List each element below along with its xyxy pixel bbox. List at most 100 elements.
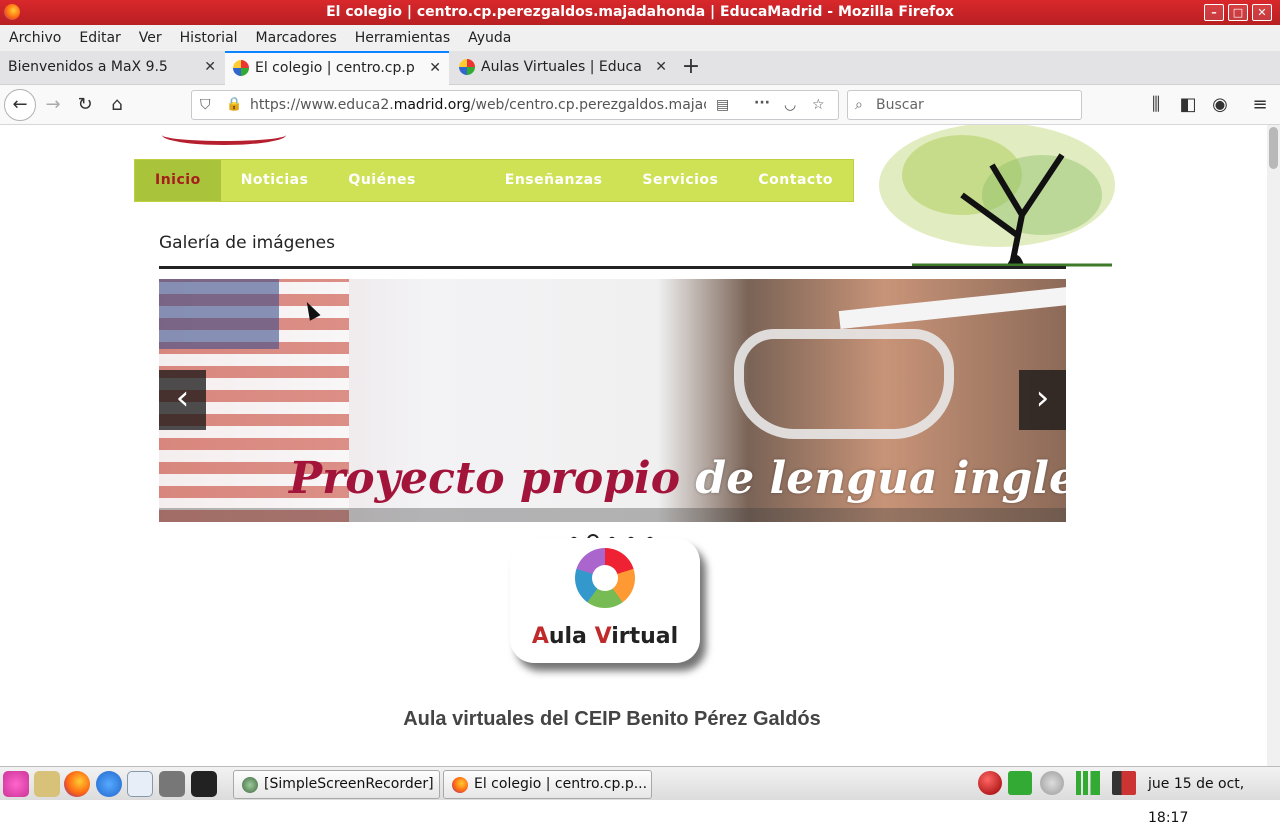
aula-label-d: irtual	[611, 624, 679, 649]
menu-bar: Archivo Editar Ver Historial Marcadores …	[0, 25, 1280, 51]
tab-label: Bienvenidos a MaX 9.5	[8, 59, 168, 75]
caption-band	[159, 508, 1066, 522]
scrollbar-thumb[interactable]	[1269, 127, 1278, 169]
editor-icon[interactable]	[34, 771, 60, 797]
clipboard-icon[interactable]	[1008, 771, 1032, 795]
aula-label-a: A	[531, 624, 549, 649]
carousel-next-button[interactable]: ›	[1019, 370, 1066, 430]
window-titlebar: El colegio | centro.cp.perezgaldos.majad…	[0, 0, 1280, 25]
reload-button[interactable]: ↻	[73, 93, 97, 117]
pocket-icon[interactable]: ◡	[784, 91, 796, 119]
chromium-launcher-icon[interactable]	[96, 771, 122, 797]
firefox-icon	[4, 4, 20, 20]
minimize-button[interactable]: –	[1204, 4, 1224, 21]
goggles-graphic	[734, 329, 954, 439]
back-button[interactable]: ←	[4, 89, 36, 121]
forward-button[interactable]: →	[41, 93, 65, 117]
maximize-button[interactable]: □	[1228, 4, 1248, 21]
close-tab-icon[interactable]: ✕	[655, 51, 667, 84]
slide-caption-part-1: Proyecto propio	[289, 453, 681, 504]
tab-max[interactable]: Bienvenidos a MaX 9.5 ✕	[0, 51, 224, 85]
taskbar: [SimpleScreenRecorder] El colegio | cent…	[0, 766, 1280, 826]
url-bar[interactable]: ⛉ 🔒 https://www.educa2.madrid.org/web/ce…	[191, 90, 839, 120]
aula-virtual-logo-icon	[575, 548, 635, 608]
goggle-strap-graphic	[838, 287, 1066, 329]
menu-ayuda[interactable]: Ayuda	[468, 30, 511, 46]
close-tab-icon[interactable]: ✕	[429, 53, 441, 83]
nav-contacto[interactable]: Contacto	[738, 160, 853, 201]
volume-icon[interactable]	[1112, 771, 1136, 795]
menu-archivo[interactable]: Archivo	[9, 30, 61, 46]
school-logo[interactable]	[162, 125, 286, 145]
slide-caption-part-2: de lengua inglesa	[695, 453, 1066, 504]
menu-ver[interactable]: Ver	[139, 30, 162, 46]
gallery-divider	[159, 266, 1066, 269]
url-path: /web/centro.cp.perezgaldos.majadahonda	[470, 97, 706, 113]
menu-marcadores[interactable]: Marcadores	[256, 30, 337, 46]
aula-label-c: V	[594, 624, 612, 649]
reader-view-icon[interactable]: ▤	[716, 91, 729, 119]
nav-quienes-somos[interactable]: Quiénes somos	[328, 160, 484, 229]
task-firefox[interactable]: El colegio | centro.cp.p...	[443, 770, 652, 799]
new-tab-button[interactable]: +	[680, 51, 702, 85]
library-icon[interactable]: ⫼	[1144, 93, 1168, 117]
aula-virtual-label: Aula Virtual	[510, 624, 700, 649]
task-label: El colegio | centro.cp.p...	[474, 776, 648, 792]
url-prefix: https://www.educa2.	[250, 97, 394, 113]
tab-label: Aulas Virtuales | EducaMadrid	[481, 59, 643, 75]
terminal-launcher-icon[interactable]	[191, 771, 217, 797]
url-text[interactable]: https://www.educa2.madrid.org/web/centro…	[250, 91, 706, 119]
taskbar-clock[interactable]: jue 15 de oct, 18:17	[1148, 767, 1280, 826]
document-launcher-icon[interactable]	[127, 771, 153, 797]
app-menu-icon[interactable]	[3, 771, 29, 797]
chevron-right-icon: ›	[1035, 378, 1050, 418]
menu-herramientas[interactable]: Herramientas	[355, 30, 450, 46]
firefox-launcher-icon[interactable]	[64, 771, 90, 797]
nav-ensenanzas[interactable]: Enseñanzas	[485, 160, 623, 201]
search-placeholder: Buscar	[876, 97, 924, 113]
educamadrid-favicon-icon	[233, 60, 249, 76]
close-tab-icon[interactable]: ✕	[204, 51, 216, 84]
task-simplescreenrecorder[interactable]: [SimpleScreenRecorder]	[233, 770, 440, 799]
home-button[interactable]: ⌂	[105, 93, 129, 117]
nav-noticias[interactable]: Noticias	[221, 160, 329, 201]
sidebar-icon[interactable]: ◧	[1176, 93, 1200, 117]
camera-launcher-icon[interactable]	[159, 771, 185, 797]
menu-historial[interactable]: Historial	[180, 30, 238, 46]
nav-servicios[interactable]: Servicios	[622, 160, 738, 201]
task-label: [SimpleScreenRecorder]	[264, 776, 434, 792]
tab-el-colegio[interactable]: El colegio | centro.cp.perezgaldos ✕	[225, 51, 449, 85]
tab-label: El colegio | centro.cp.perezgaldos	[255, 60, 415, 76]
tab-bar: Bienvenidos a MaX 9.5 ✕ El colegio | cen…	[0, 51, 1280, 85]
nav-inicio[interactable]: Inicio	[135, 160, 221, 201]
tab-aulas-virtuales[interactable]: Aulas Virtuales | EducaMadrid ✕	[451, 51, 675, 85]
bookmark-star-icon[interactable]: ☆	[812, 91, 825, 119]
url-domain: madrid.org	[393, 97, 471, 113]
close-window-button[interactable]: ✕	[1252, 4, 1272, 21]
navigation-toolbar: ← → ↻ ⌂ ⛉ 🔒 https://www.educa2.madrid.or…	[0, 85, 1280, 125]
slide-caption: Proyecto propio de lengua inglesa	[289, 453, 1066, 504]
page-scrollbar[interactable]	[1267, 125, 1280, 766]
flag-stars-graphic	[159, 279, 279, 349]
weather-icon[interactable]	[1040, 771, 1064, 795]
site-navigation: Inicio Noticias Quiénes somos Enseñanzas…	[134, 159, 854, 229]
carousel-prev-button[interactable]: ‹	[159, 370, 206, 430]
gallery-title: Galería de imágenes	[159, 233, 336, 253]
page-actions-icon[interactable]: ···	[754, 89, 770, 117]
record-indicator-icon[interactable]	[978, 771, 1002, 795]
aula-virtual-link[interactable]: Aula Virtual	[510, 538, 700, 663]
hamburger-menu-icon[interactable]: ≡	[1248, 93, 1272, 117]
lock-icon[interactable]: 🔒	[226, 91, 242, 119]
search-icon: ⌕	[855, 97, 863, 113]
shield-icon[interactable]: ⛉	[200, 91, 211, 119]
page-content: Inicio Noticias Quiénes somos Enseñanzas…	[0, 125, 1267, 766]
chevron-left-icon: ‹	[175, 378, 190, 418]
image-carousel[interactable]: Proyecto propio de lengua inglesa ‹ ›	[159, 279, 1066, 522]
network-signal-icon[interactable]	[1076, 771, 1100, 795]
search-input[interactable]: ⌕ Buscar	[847, 90, 1082, 120]
account-icon[interactable]: ◉	[1208, 93, 1232, 117]
recorder-icon	[242, 777, 258, 793]
window-controls: – □ ✕	[1204, 4, 1272, 21]
menu-editar[interactable]: Editar	[79, 30, 120, 46]
firefox-icon	[452, 777, 468, 793]
